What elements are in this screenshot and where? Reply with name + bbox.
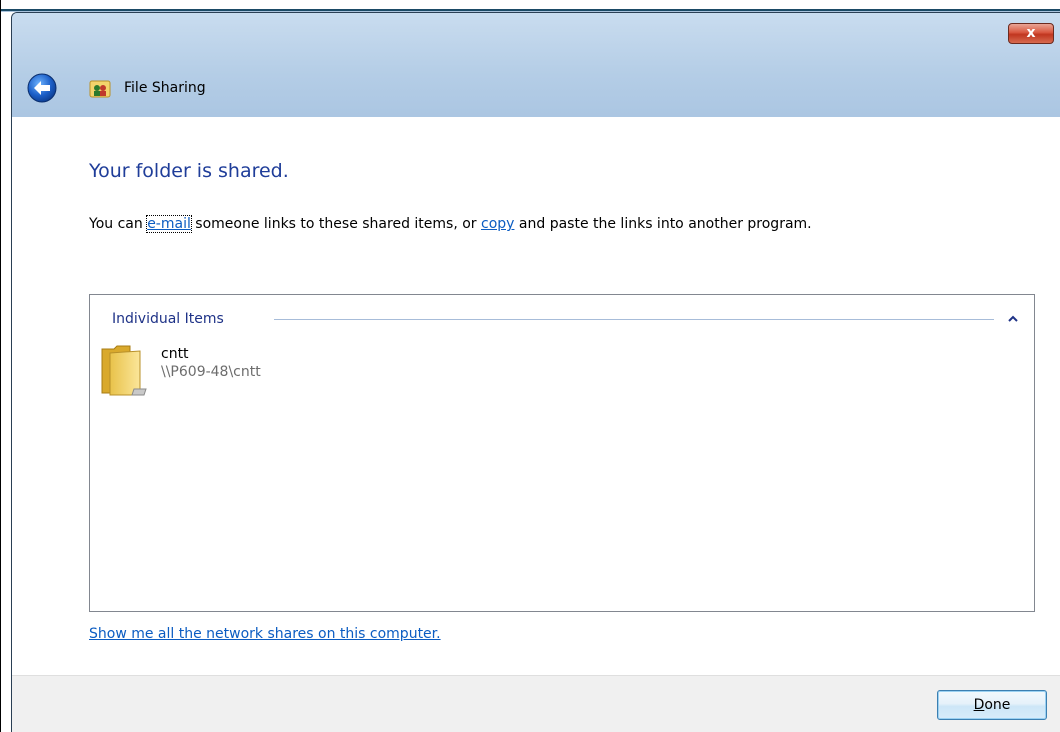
close-button[interactable]: x: [1008, 23, 1054, 44]
done-button[interactable]: Done: [937, 690, 1047, 720]
done-label: one: [984, 697, 1011, 713]
window-title: File Sharing: [124, 80, 206, 96]
description-text: You can e-mail someone links to these sh…: [89, 214, 812, 234]
close-icon: x: [1026, 25, 1036, 41]
item-path: \\P609-48\cntt: [161, 364, 261, 380]
footer-bar: Done: [12, 675, 1060, 732]
done-mnemonic: D: [973, 697, 985, 713]
page-heading: Your folder is shared.: [89, 160, 289, 182]
dialog-window: x File Sharing Your folder is shared. Yo…: [0, 0, 1060, 732]
users-share-icon: [89, 80, 111, 98]
shared-items-list[interactable]: Individual Items cntt \\P609-48\cntt: [89, 294, 1035, 612]
window-top-edge: [1, 0, 1060, 12]
group-header[interactable]: Individual Items: [102, 309, 1022, 329]
chevron-up-icon[interactable]: [1005, 311, 1021, 327]
description-suffix: and paste the links into another program…: [514, 216, 812, 232]
copy-link[interactable]: copy: [481, 216, 514, 232]
description-middle: someone links to these shared items, or: [190, 216, 482, 232]
content-area: Your folder is shared. You can e-mail so…: [12, 117, 1060, 675]
list-item[interactable]: cntt \\P609-48\cntt: [100, 343, 340, 399]
item-name: cntt: [161, 346, 189, 362]
back-arrow-icon[interactable]: [27, 73, 57, 103]
group-divider: [274, 319, 994, 320]
network-shares-link-row: Show me all the network shares on this c…: [89, 624, 441, 644]
group-label: Individual Items: [112, 309, 230, 329]
title-bar: x File Sharing: [12, 13, 1060, 117]
folder-icon: [101, 345, 147, 396]
description-prefix: You can: [89, 216, 148, 232]
network-shares-link[interactable]: Show me all the network shares on this c…: [89, 626, 441, 642]
screen: x File Sharing Your folder is shared. Yo…: [0, 0, 1060, 732]
file-sharing-dialog: x File Sharing Your folder is shared. Yo…: [11, 12, 1060, 732]
email-link[interactable]: e-mail: [146, 215, 192, 233]
